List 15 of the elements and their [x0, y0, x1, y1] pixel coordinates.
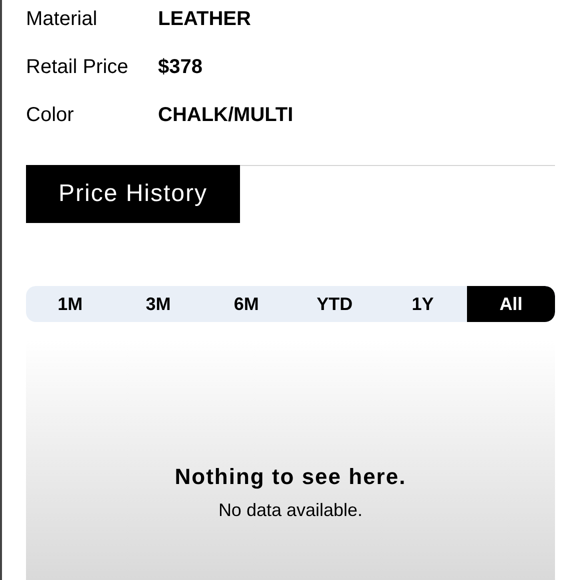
range-tab[interactable]: All — [466, 286, 555, 322]
range-tab[interactable]: 3M — [114, 286, 202, 322]
detail-value: CHALK/MULTI — [158, 102, 294, 128]
empty-title: Nothing to see here. — [174, 463, 406, 491]
detail-label: Material — [26, 6, 98, 32]
detail-label: Retail Price — [26, 54, 130, 80]
range-tab[interactable]: 1M — [26, 286, 114, 322]
detail-value: $378 — [158, 54, 202, 80]
range-tab[interactable]: 6M — [202, 286, 291, 322]
detail-label: Color — [26, 102, 75, 128]
empty-message: No data available. — [218, 499, 363, 522]
section-title: Price History — [26, 165, 240, 223]
detail-value: LEATHER — [158, 6, 251, 32]
range-tab[interactable]: YTD — [290, 286, 379, 322]
range-tab[interactable]: 1Y — [378, 286, 467, 322]
